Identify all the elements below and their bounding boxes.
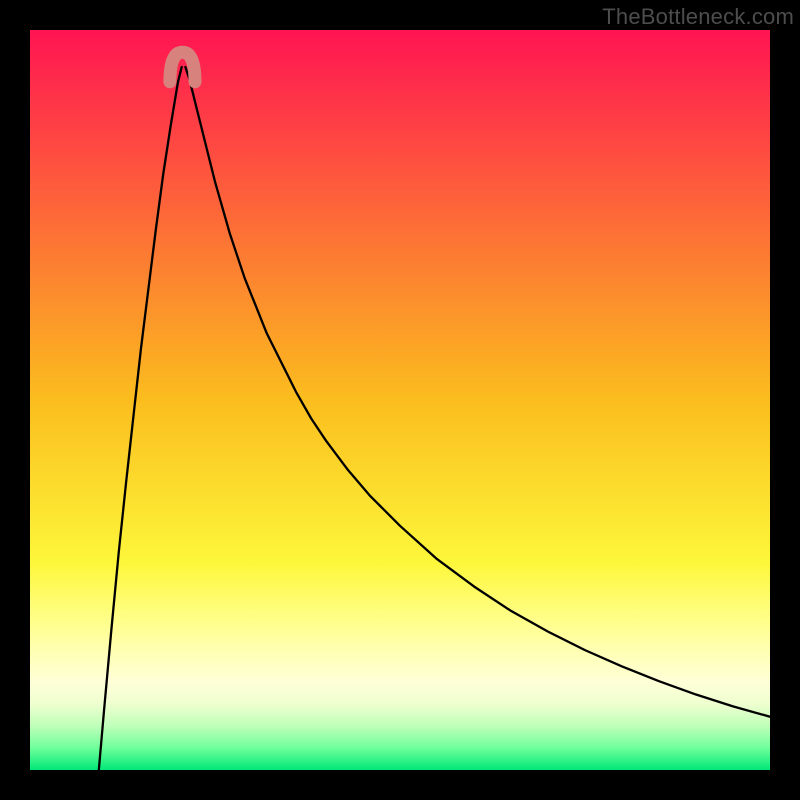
chart-frame: TheBottleneck.com bbox=[0, 0, 800, 800]
chart-canvas bbox=[30, 30, 770, 770]
plot-area bbox=[30, 30, 770, 770]
watermark-text: TheBottleneck.com bbox=[602, 4, 794, 30]
gradient-background bbox=[30, 30, 770, 770]
